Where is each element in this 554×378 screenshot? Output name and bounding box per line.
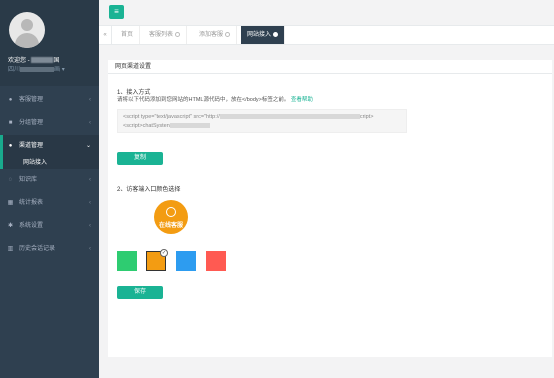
sidebar-item-label: 知识库: [19, 177, 38, 183]
sidebar-item-stats[interactable]: ▦ 统计报表 ‹: [0, 192, 99, 215]
double-chevron-left-icon: «: [103, 32, 107, 38]
code-line-2: <script>chatSysten: [123, 122, 401, 131]
sidebar-item-channel[interactable]: ● 渠道管理 ⌄ 网站接入: [0, 135, 99, 169]
color-swatch-red[interactable]: [206, 251, 226, 271]
help-link[interactable]: 查看帮助: [291, 97, 313, 103]
chat-icon: ◌: [8, 177, 13, 183]
group-icon: ■: [8, 120, 13, 126]
color-swatch-orange[interactable]: ✓: [146, 249, 168, 271]
redacted-org: [20, 66, 55, 72]
chevron-down-icon: ⌄: [85, 143, 91, 149]
profile-area: 欢迎您 - 国 四川 画 ▾: [0, 0, 99, 86]
sidebar-item-label: 渠道管理: [19, 143, 44, 149]
sidebar-item-label: 客服管理: [19, 97, 44, 103]
user-org-prefix: 四川: [8, 67, 21, 73]
menu-toggle-button[interactable]: ≡: [109, 5, 124, 19]
tab-add-kefu[interactable]: 添加客服: [193, 26, 238, 44]
redacted-code: [219, 114, 360, 120]
main-content: 网页渠道设置 1、接入方式 请将以下代码添加到您网站的HTML源代码中，放在</…: [99, 45, 554, 378]
code-line-2-start: <script>chatSysten: [123, 123, 170, 129]
sidebar-item-settings[interactable]: ✱ 系统设置 ‹: [0, 215, 99, 238]
code-line-1-end: cript>: [359, 114, 374, 120]
tab-label: 网站接入: [247, 32, 272, 38]
copy-button[interactable]: 复制: [117, 152, 163, 165]
chevron-left-icon: ‹: [89, 200, 91, 206]
check-icon: ✓: [160, 249, 168, 257]
tab-bar: « 首页 客服列表 添加客服 网站接入: [99, 26, 554, 45]
chevron-left-icon: ‹: [89, 246, 91, 252]
tab-kefu-list[interactable]: 客服列表: [143, 26, 188, 44]
sidebar-item-knowledge[interactable]: ◌ 知识库 ‹: [0, 169, 99, 192]
welcome-text: 欢迎您 - 国: [8, 55, 59, 64]
tab-label: 客服列表: [149, 32, 174, 38]
chevron-left-icon: ‹: [89, 223, 91, 229]
sidebar-item-label: 系统设置: [19, 223, 44, 229]
bubble-label: 在线客服: [158, 223, 183, 229]
grid-icon: ▦: [7, 200, 14, 206]
tab-label: 首页: [121, 32, 134, 38]
sidebar-item-group[interactable]: ■ 分组管理 ‹: [0, 112, 99, 135]
chat-entry-preview: 在线客服: [154, 200, 188, 234]
section-access-desc: 请将以下代码添加到您网站的HTML源代码中，放在</body>标签之前。 查看帮…: [117, 95, 313, 103]
user-org-dropdown[interactable]: 四川 画 ▾: [8, 64, 65, 73]
redacted-code: [169, 123, 210, 129]
sidebar-item-kefu[interactable]: ● 客服管理 ‹: [0, 89, 99, 112]
caret-down-icon: ▾: [61, 67, 65, 73]
panel-title: 网页渠道设置: [108, 60, 552, 74]
avatar[interactable]: [9, 12, 45, 48]
tab-label: 添加客服: [199, 32, 224, 38]
close-icon[interactable]: [225, 31, 231, 37]
sidebar: 欢迎您 - 国 四川 画 ▾ ● 客服管理 ‹ ■ 分组管理 ‹ ● 渠道管理 ⌄…: [0, 0, 99, 378]
sidebar-item-label: 历史会话记录: [19, 246, 56, 252]
color-swatch-blue[interactable]: [176, 251, 196, 271]
user-org-suffix: 画: [54, 67, 61, 73]
access-instructions: 请将以下代码添加到您网站的HTML源代码中，放在</body>标签之前。: [117, 97, 290, 103]
avatar-body: [15, 33, 39, 48]
tab-home[interactable]: 首页: [115, 26, 141, 44]
close-icon[interactable]: [175, 31, 181, 37]
hamburger-icon: ≡: [114, 7, 119, 16]
top-bar: ≡: [99, 0, 554, 26]
chart-icon: ▥: [7, 246, 14, 252]
avatar-head: [21, 19, 33, 31]
sidebar-subitem-website[interactable]: 网站接入: [23, 157, 47, 166]
redacted-name: [31, 57, 54, 64]
code-line-1: <script type="text/javascript" src="http…: [123, 113, 401, 122]
headset-icon: [166, 207, 176, 217]
embed-code-box[interactable]: <script type="text/javascript" src="http…: [117, 109, 407, 133]
sidebar-item-history[interactable]: ▥ 历史会话记录 ‹: [0, 238, 99, 261]
tab-website-access[interactable]: 网站接入: [241, 26, 286, 44]
tab-scroll-left-button[interactable]: «: [99, 26, 112, 44]
save-button[interactable]: 保存: [117, 286, 163, 299]
chevron-left-icon: ‹: [89, 120, 91, 126]
color-swatch-green[interactable]: [117, 251, 137, 271]
gear-icon: ✱: [7, 223, 14, 229]
chevron-left-icon: ‹: [89, 177, 91, 183]
sidebar-item-label: 统计报表: [19, 200, 44, 206]
user-icon: ●: [8, 143, 13, 149]
close-icon[interactable]: [273, 31, 279, 37]
code-line-1-start: <script type="text/javascript" src="http…: [123, 114, 220, 120]
sidebar-nav: ● 客服管理 ‹ ■ 分组管理 ‹ ● 渠道管理 ⌄ 网站接入 ◌ 知识库 ‹ …: [0, 89, 99, 261]
sidebar-item-label: 分组管理: [19, 120, 44, 126]
section-color-title: 2、访客端入口颜色选择: [117, 187, 181, 193]
channel-settings-panel: 网页渠道设置 1、接入方式 请将以下代码添加到您网站的HTML源代码中，放在</…: [108, 60, 552, 357]
bubble-icon: ●: [8, 97, 13, 103]
chevron-left-icon: ‹: [89, 97, 91, 103]
